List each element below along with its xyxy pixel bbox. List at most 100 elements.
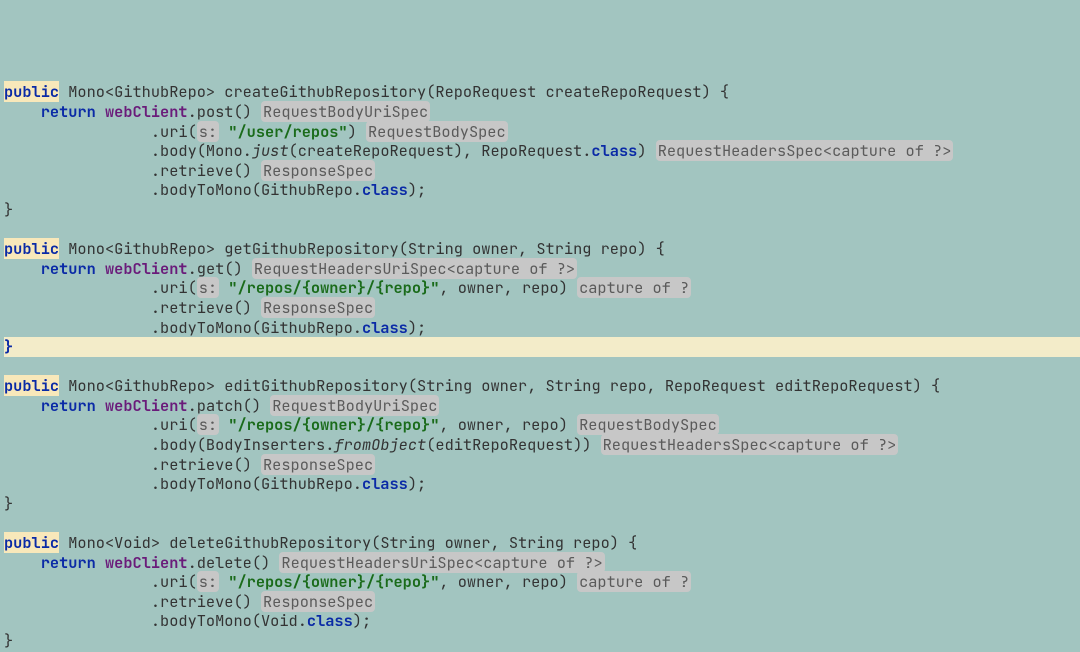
brace-close: } (4, 336, 13, 357)
code-line[interactable]: .uri(s: "/repos/{owner}/{repo}", owner, … (4, 278, 1080, 298)
code: .body(BodyInserters. (4, 434, 334, 455)
code-line[interactable]: .uri(s: "/repos/{owner}/{repo}", owner, … (4, 572, 1080, 592)
code-line[interactable]: .bodyToMono(GithubRepo.class); (4, 180, 1080, 200)
code: ); (353, 610, 371, 631)
call: .patch() (188, 395, 261, 416)
method-name: createGithubRepository (224, 81, 426, 102)
inlay-hint: s: (197, 121, 219, 142)
code-line[interactable]: .bodyToMono(Void.class); (4, 611, 1080, 631)
inlay-hint: RequestBodySpec (366, 121, 508, 142)
return-type: Mono<GithubRepo> (59, 375, 224, 396)
call: .post() (188, 101, 252, 122)
code-line[interactable]: .bodyToMono(GithubRepo.class); (4, 318, 1080, 338)
code-line[interactable]: public Mono<GithubRepo> createGithubRepo… (4, 82, 1080, 102)
code-line[interactable]: .retrieve() ResponseSpec (4, 298, 1080, 318)
keyword-return: return (41, 395, 96, 416)
code-editor[interactable]: public Mono<GithubRepo> createGithubRepo… (4, 82, 1080, 650)
indent (4, 552, 41, 573)
code-line[interactable]: } (4, 200, 1080, 220)
code: .uri( (4, 414, 197, 435)
indent (4, 395, 41, 416)
method-name: deleteGithubRepository (169, 532, 371, 553)
inlay-hint: RequestHeadersSpec<capture of ?> (656, 140, 954, 161)
code-line[interactable]: .bodyToMono(GithubRepo.class); (4, 474, 1080, 494)
blank-line[interactable] (4, 513, 1080, 533)
brace-close: } (4, 630, 13, 651)
code: .body(Mono. (4, 140, 252, 161)
inlay-hint: RequestHeadersSpec<capture of ?> (601, 434, 899, 455)
code-line[interactable]: public Mono<Void> deleteGithubRepository… (4, 533, 1080, 553)
code-line[interactable]: .retrieve() ResponseSpec (4, 592, 1080, 612)
string-literal: "/repos/{owner}/{repo}" (219, 571, 439, 592)
code-line[interactable]: .body(Mono.just(createRepoRequest), Repo… (4, 141, 1080, 161)
field-webclient: webClient (96, 101, 188, 122)
code-line[interactable]: public Mono<GithubRepo> editGithubReposi… (4, 376, 1080, 396)
code-line[interactable]: return webClient.delete() RequestHeaders… (4, 553, 1080, 573)
inlay-hint: RequestBodyUriSpec (270, 395, 439, 416)
params: (String owner, String repo, RepoRequest … (408, 375, 940, 396)
return-type: Mono<Void> (59, 532, 169, 553)
keyword-class: class (307, 610, 353, 631)
inlay-hint: ResponseSpec (261, 454, 375, 475)
code-line[interactable]: .uri(s: "/repos/{owner}/{repo}", owner, … (4, 415, 1080, 435)
code-line[interactable]: .uri(s: "/user/repos") RequestBodySpec (4, 122, 1080, 142)
code: .retrieve() (4, 297, 252, 318)
code: ); (408, 317, 426, 338)
keyword-class: class (362, 317, 408, 338)
keyword-public: public (4, 81, 59, 102)
code: ) (637, 140, 646, 161)
return-type: Mono<GithubRepo> (59, 238, 224, 259)
params: (RepoRequest createRepoRequest) { (426, 81, 729, 102)
inlay-hint: ResponseSpec (261, 160, 375, 181)
static-method: fromObject (334, 434, 426, 455)
code-line[interactable]: return webClient.patch() RequestBodyUriS… (4, 396, 1080, 416)
method-name: getGithubRepository (224, 238, 398, 259)
inlay-hint: ResponseSpec (261, 591, 375, 612)
string-literal: "/repos/{owner}/{repo}" (219, 414, 439, 435)
code-line[interactable]: return webClient.post() RequestBodyUriSp… (4, 102, 1080, 122)
params: (String owner, String repo) { (371, 532, 637, 553)
keyword-return: return (41, 552, 96, 573)
blank-line[interactable] (4, 357, 1080, 377)
code: , owner, repo) (439, 571, 568, 592)
code: (createRepoRequest), RepoRequest. (289, 140, 592, 161)
return-type: Mono<GithubRepo> (59, 81, 224, 102)
code-line[interactable]: } (4, 631, 1080, 651)
code-line[interactable]: return webClient.get() RequestHeadersUri… (4, 259, 1080, 279)
method-name: editGithubRepository (224, 375, 408, 396)
code: .bodyToMono(GithubRepo. (4, 317, 362, 338)
call: .get() (188, 258, 243, 279)
inlay-hint: s: (197, 414, 219, 435)
code-line-current[interactable]: } (4, 337, 1080, 357)
keyword-public: public (4, 238, 59, 259)
code: .bodyToMono(GithubRepo. (4, 473, 362, 494)
brace-close: } (4, 199, 13, 220)
code: .uri( (4, 571, 197, 592)
inlay-hint: s: (197, 571, 219, 592)
code: .uri( (4, 277, 197, 298)
inlay-hint: capture of ? (577, 277, 691, 298)
keyword-class: class (362, 473, 408, 494)
code-line[interactable]: .retrieve() ResponseSpec (4, 161, 1080, 181)
code-line[interactable]: .retrieve() ResponseSpec (4, 455, 1080, 475)
field-webclient: webClient (96, 258, 188, 279)
inlay-hint: RequestBodySpec (577, 414, 719, 435)
code: ); (408, 473, 426, 494)
params: (String owner, String repo) { (399, 238, 665, 259)
keyword-return: return (41, 258, 96, 279)
keyword-public: public (4, 532, 59, 553)
code: ); (408, 179, 426, 200)
code: .retrieve() (4, 454, 252, 475)
call: .delete() (188, 552, 271, 573)
code-line[interactable]: public Mono<GithubRepo> getGithubReposit… (4, 239, 1080, 259)
code-line[interactable]: } (4, 494, 1080, 514)
code: .uri( (4, 121, 197, 142)
keyword-return: return (41, 101, 96, 122)
blank-line[interactable] (4, 220, 1080, 240)
field-webclient: webClient (96, 395, 188, 416)
code-line[interactable]: .body(BodyInserters.fromObject(editRepoR… (4, 435, 1080, 455)
static-method: just (252, 140, 289, 161)
inlay-hint: ResponseSpec (261, 297, 375, 318)
inlay-hint: RequestBodyUriSpec (261, 101, 430, 122)
inlay-hint: s: (197, 277, 219, 298)
